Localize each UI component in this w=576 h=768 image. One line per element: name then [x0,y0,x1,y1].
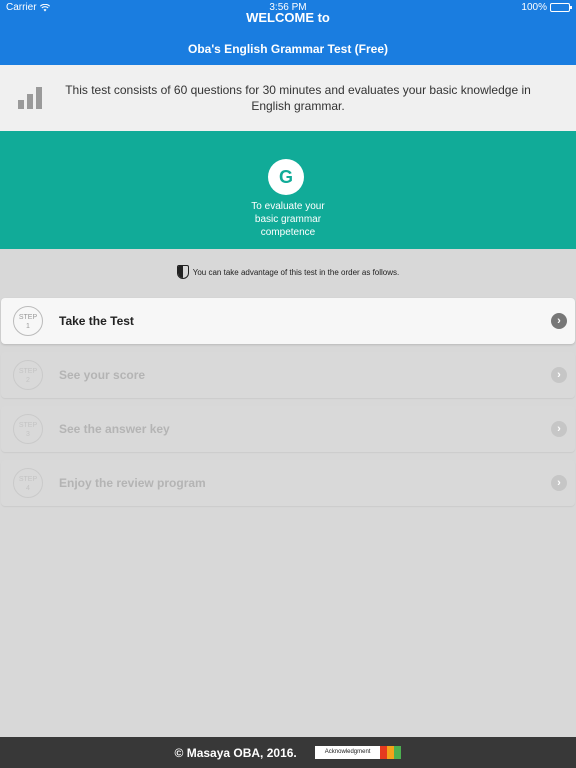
step-label: Take the Test [59,314,134,328]
copyright-text: © Masaya OBA, 2016. [174,745,297,760]
step-word: STEP [18,368,38,375]
chevron-right-icon: › [551,421,567,437]
header-title-line1: WELCOME to [246,10,330,25]
intro-text: This test consists of 60 questions for 3… [65,83,531,113]
stripe-red [380,746,388,759]
step-label: Enjoy the review program [59,476,206,490]
step-badge: STEP 4 [13,468,43,498]
step-word: STEP [18,314,38,321]
order-hint: You can take advantage of this test in t… [0,262,576,282]
step-take-test-button[interactable]: STEP 1 Take the Test › [1,298,575,344]
hero-banner: G To evaluate your basic grammar compete… [0,131,576,249]
banner-line1: To evaluate your [251,201,325,212]
acknowledgment-label: Acknowledgment [314,746,381,759]
step-number: 3 [26,431,30,438]
chevron-right-icon: › [551,367,567,383]
step-answer-key-button[interactable]: STEP 3 See the answer key › [1,406,575,452]
banner-line3: competence [260,227,316,238]
step-badge: STEP 1 [13,306,43,336]
beginner-leaf-icon [176,265,189,279]
app-footer: © Masaya OBA, 2016. Acknowledgment [0,737,576,768]
step-review-program-button[interactable]: STEP 4 Enjoy the review program › [1,460,575,506]
stripe-green [394,746,402,759]
chevron-right-icon: › [551,475,567,491]
step-label: See the answer key [59,422,170,436]
step-number: 2 [26,377,30,384]
acknowledgment-button[interactable]: Acknowledgment [314,746,402,759]
step-number: 1 [26,323,30,330]
step-word: STEP [18,476,38,483]
bar-chart-icon [18,87,42,109]
header-title-line2: Oba's English Grammar Test (Free) [187,42,389,56]
step-see-score-button[interactable]: STEP 2 See your score › [1,352,575,398]
step-badge: STEP 2 [13,360,43,390]
step-number: 4 [26,485,30,492]
step-word: STEP [18,422,38,429]
grammar-badge-icon: G [268,159,304,195]
step-badge: STEP 3 [13,414,43,444]
intro-panel: This test consists of 60 questions for 3… [0,65,576,131]
app-header: Carrier 3:56 PM 100% WELCOME to Oba's En… [0,0,576,65]
step-label: See your score [59,368,146,382]
banner-line2: basic grammar [254,214,322,225]
chevron-right-icon: › [551,313,567,329]
stripe-orange [387,746,395,759]
banner-text: To evaluate your basic grammar competenc… [0,200,576,239]
hint-text: You can take advantage of this test in t… [192,267,400,277]
